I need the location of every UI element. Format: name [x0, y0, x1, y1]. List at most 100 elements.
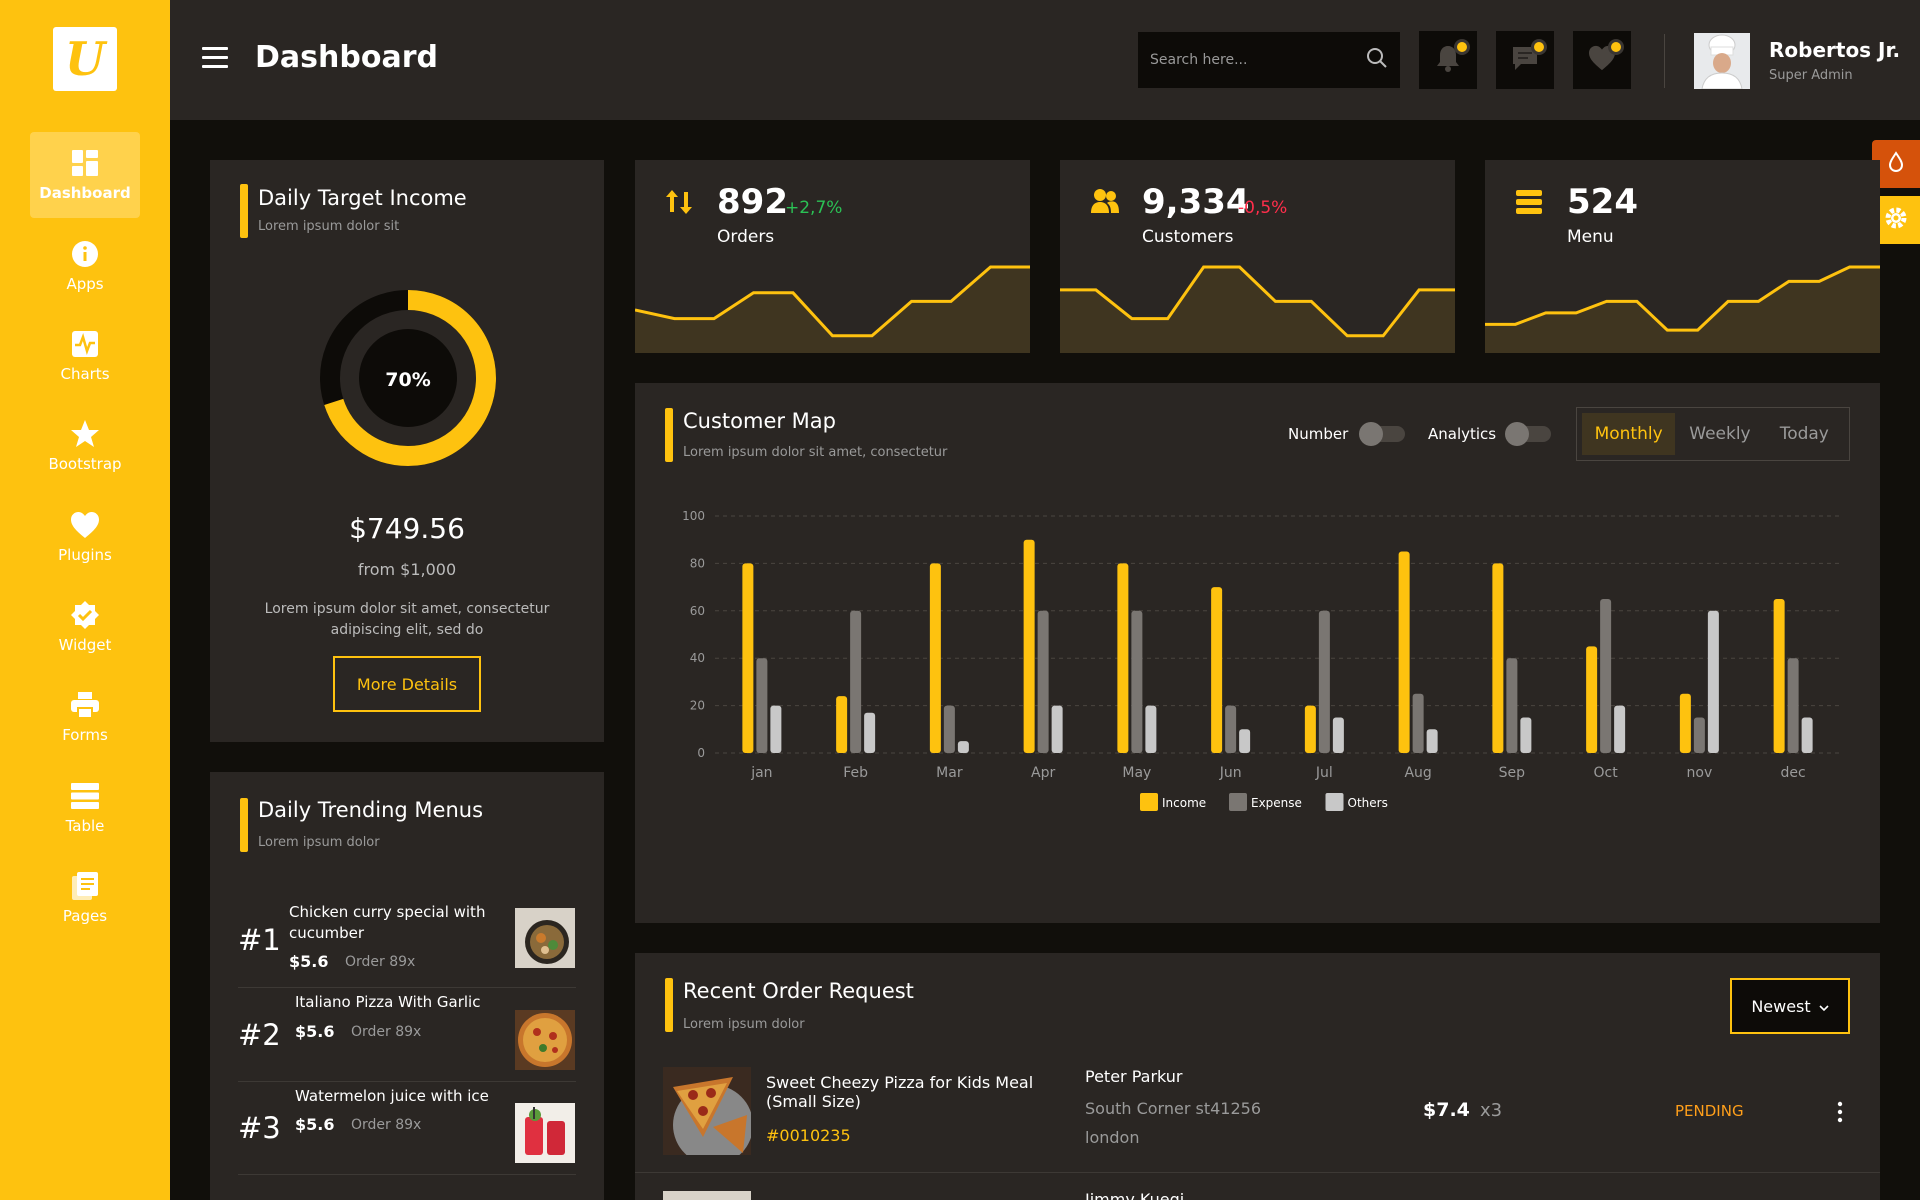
favorites-button[interactable]	[1573, 31, 1631, 89]
accent-bar	[665, 408, 673, 462]
progress-percent: 70%	[385, 369, 430, 391]
analytics-toggle[interactable]	[1505, 422, 1551, 446]
accent-bar	[240, 184, 248, 238]
bar-others	[1051, 705, 1063, 753]
trending-item[interactable]: #3 Watermelon juice with ice $5.6 Order …	[238, 1083, 576, 1175]
accent-bar	[240, 798, 248, 852]
notifications-button[interactable]	[1419, 31, 1477, 89]
trend-price: $5.6	[289, 952, 329, 971]
number-toggle-label: Number	[1288, 425, 1349, 443]
sidebar-item-plugins[interactable]: Plugins	[30, 494, 140, 580]
bar-expense	[1600, 598, 1612, 753]
sidebar-item-pages[interactable]: Pages	[30, 855, 140, 941]
bar-income	[1211, 587, 1223, 753]
trend-name: Italiano Pizza With Garlic	[295, 993, 481, 1011]
legend-label: Others	[1348, 796, 1388, 810]
bar-income	[929, 563, 941, 753]
chevron-down-icon	[1819, 997, 1829, 1016]
heart-icon	[70, 510, 100, 540]
search-input[interactable]	[1150, 52, 1366, 68]
favorite-dot	[1608, 39, 1624, 55]
card-title: Daily Trending Menus	[258, 798, 484, 822]
sidebar-item-apps[interactable]: Apps	[30, 223, 140, 309]
target-progress-ring: 70%	[320, 290, 496, 466]
order-id: #0010235	[766, 1126, 851, 1145]
bar-income	[1023, 539, 1035, 753]
order-item-name[interactable]: Sweet Cheezy Pizza for Kids Meal (Small …	[766, 1073, 1046, 1111]
target-description: Lorem ipsum dolor sit amet, consectetur …	[264, 601, 550, 638]
daily-target-card: Daily Target Income Lorem ipsum dolor si…	[210, 160, 604, 742]
bar-income	[1586, 646, 1598, 753]
sidebar-item-label: Bootstrap	[48, 455, 122, 473]
tab-today[interactable]: Today	[1765, 413, 1844, 455]
more-details-button[interactable]: More Details	[333, 656, 481, 712]
target-amount: $749.56	[349, 512, 465, 545]
search-icon[interactable]	[1366, 47, 1388, 73]
y-tick-label: 100	[682, 509, 705, 523]
app-logo[interactable]: U	[53, 27, 117, 91]
legend-swatch	[1229, 793, 1247, 811]
sidebar-item-label: Table	[65, 817, 105, 835]
sidebar-item-forms[interactable]: Forms	[30, 674, 140, 760]
avatar[interactable]	[1694, 33, 1750, 89]
messages-button[interactable]	[1496, 31, 1554, 89]
x-tick-label: May	[1122, 765, 1151, 781]
card-title: Recent Order Request	[683, 979, 914, 1003]
customer-map-card: Customer Map Lorem ipsum dolor sit amet,…	[635, 383, 1880, 923]
card-subtitle: Lorem ipsum dolor	[258, 835, 380, 850]
stat-value: 524	[1567, 182, 1638, 222]
orders-sparkline	[635, 265, 1030, 353]
sidebar-item-widget[interactable]: Widget	[30, 584, 140, 670]
menu-toggle-icon[interactable]	[202, 47, 228, 69]
header-divider	[1664, 34, 1665, 88]
sidebar-item-bootstrap[interactable]: Bootstrap	[30, 403, 140, 489]
tab-weekly[interactable]: Weekly	[1675, 413, 1764, 455]
sidebar-item-table[interactable]: Table	[30, 765, 140, 851]
y-tick-label: 0	[697, 746, 705, 760]
trend-orders: Order 89x	[351, 1117, 422, 1133]
more-options-icon[interactable]	[1835, 1101, 1845, 1123]
order-item-image	[663, 1067, 751, 1155]
stat-delta: -0,5%	[1238, 198, 1288, 218]
legend-swatch	[1140, 793, 1158, 811]
swap-arrows-icon	[665, 188, 693, 220]
sidebar-item-label: Plugins	[58, 546, 112, 564]
star-icon	[70, 419, 100, 449]
trend-price: $5.6	[295, 1115, 335, 1134]
legend-label: Income	[1162, 796, 1206, 810]
customer-name: Jimmy Kuegi	[1085, 1190, 1185, 1200]
x-tick-label: Apr	[1031, 765, 1055, 781]
message-dot	[1531, 39, 1547, 55]
bar-others	[1520, 717, 1532, 753]
row-divider	[635, 1172, 1880, 1173]
bar-income	[1679, 693, 1691, 753]
search-box	[1138, 32, 1400, 88]
menu-item-image	[515, 908, 575, 968]
number-toggle[interactable]	[1359, 422, 1405, 446]
card-subtitle: Lorem ipsum dolor sit	[258, 219, 400, 234]
user-name[interactable]: Robertos Jr.	[1769, 38, 1900, 62]
stat-value: 9,334	[1142, 182, 1250, 222]
bar-income	[836, 696, 848, 753]
sidebar-item-dashboard[interactable]: Dashboard	[30, 132, 140, 218]
trending-item[interactable]: #2 Italiano Pizza With Garlic $5.6 Order…	[238, 990, 576, 1082]
trend-orders: Order 89x	[345, 954, 416, 970]
stat-label: Customers	[1142, 227, 1234, 247]
sort-dropdown[interactable]: Newest	[1730, 978, 1850, 1034]
bar-income	[1773, 598, 1785, 753]
bar-expense	[1787, 658, 1799, 753]
trending-item[interactable]: #1 Chicken curry special with cucumber $…	[238, 896, 576, 988]
y-tick-label: 80	[690, 556, 705, 570]
trend-orders: Order 89x	[351, 1024, 422, 1040]
bar-income	[1398, 551, 1410, 753]
trend-price: $5.6	[295, 1022, 335, 1041]
trend-rank: #3	[238, 1111, 281, 1145]
tab-monthly[interactable]: Monthly	[1582, 413, 1676, 455]
trend-rank: #1	[238, 923, 281, 957]
x-tick-label: Jun	[1219, 765, 1242, 781]
bar-others	[1426, 729, 1438, 753]
bar-expense	[1412, 693, 1424, 753]
target-from: from $1,000	[357, 560, 457, 579]
sidebar-item-charts[interactable]: Charts	[30, 313, 140, 399]
period-selector: Monthly Weekly Today	[1576, 407, 1850, 461]
